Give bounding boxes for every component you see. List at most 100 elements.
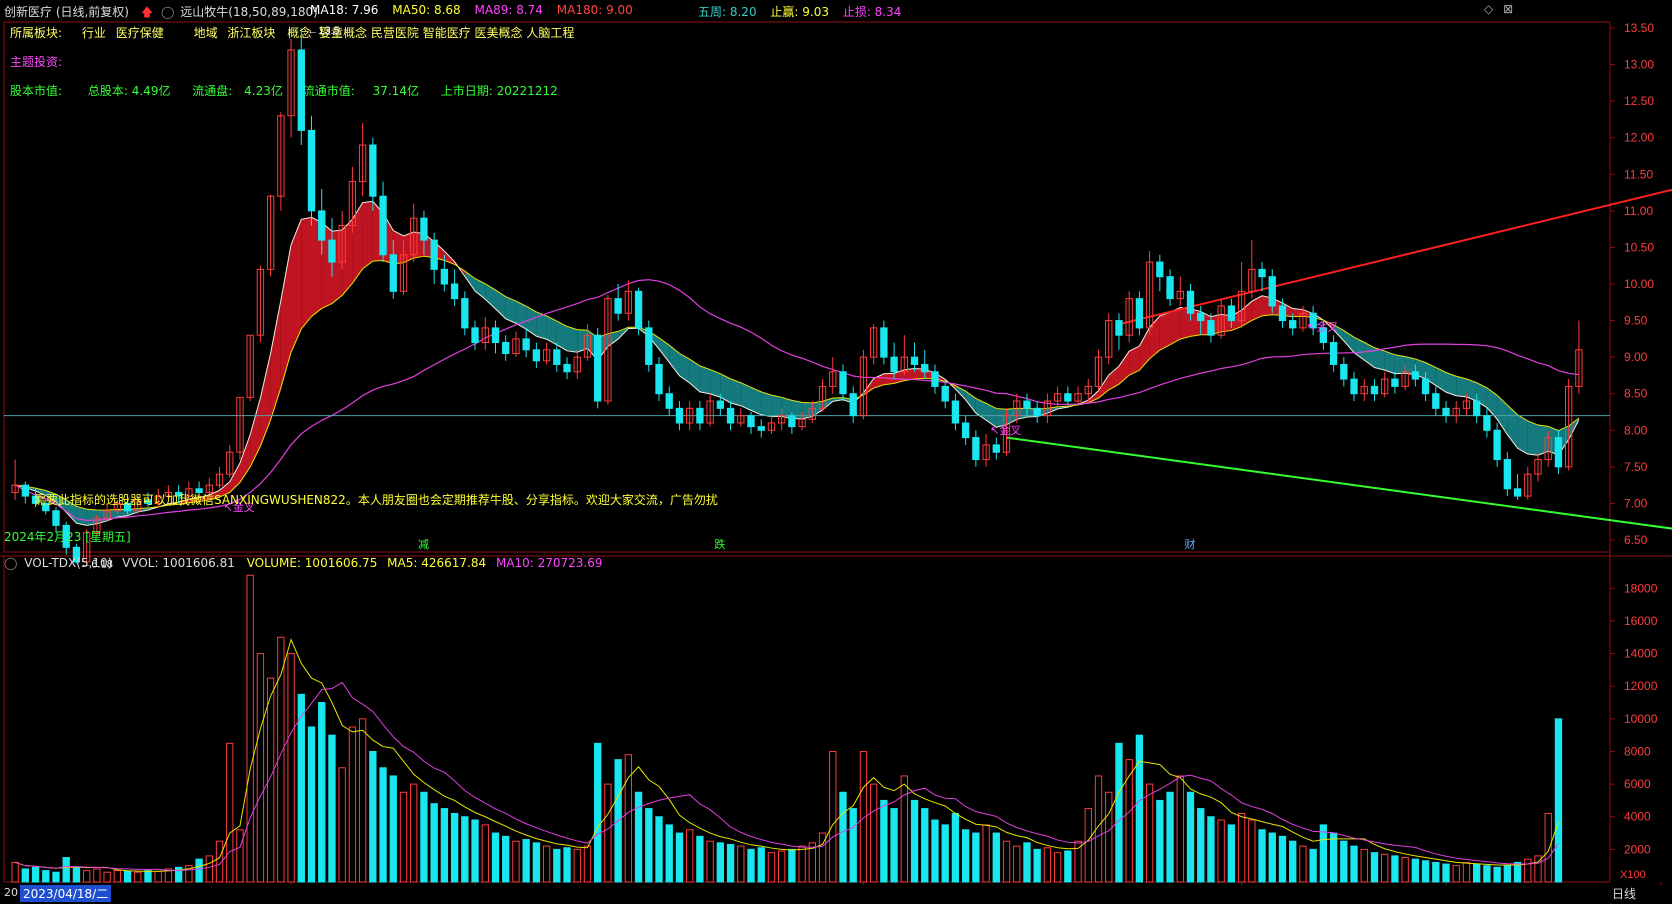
candle-body [941,385,949,402]
volume-bar [686,829,694,883]
volume-bar [1166,791,1174,883]
volume-bar [348,726,357,883]
candle-body [992,444,1000,453]
volume-bar [624,754,633,883]
volume-bar [450,812,459,883]
volume-bar [1084,808,1092,883]
volume-bar [246,574,254,883]
volume-bar [706,840,714,883]
volume-bar [1043,847,1052,883]
candle-body [328,239,336,263]
volume-bar [256,653,265,883]
volume-bar [471,819,479,883]
promo-text: 需要此指标的选股器可以加我微信SANXINGWUSHEN822。本人朋友圈也会定… [34,493,718,507]
volume-tick-label: 12000 [1624,679,1658,693]
candle-body [1442,407,1450,417]
period-tab[interactable]: 日线 [1612,885,1636,902]
volume-bar [512,840,520,883]
volume-bar [573,848,581,883]
candle-body [491,327,500,344]
volume-bar [1329,832,1338,883]
volume-bar [655,816,663,883]
candle-body [1197,312,1205,322]
candle-body [389,254,397,292]
candle-body [921,363,929,373]
volume-bar [399,791,408,883]
volume-tick-label: 2000 [1624,842,1651,856]
volume-bar [634,791,643,883]
candle-body [849,393,857,417]
date-readout: 2024年2月23 [星期五] [4,530,131,544]
candle-body [21,484,29,497]
red-trend-line [1118,188,1672,326]
candle-body [1329,342,1338,365]
volume-bar [1319,824,1328,883]
ma-band-segment [1538,425,1549,456]
volume-indicator-name[interactable]: VOL-TDX(5,10) [24,556,112,570]
volume-bar [1237,812,1246,883]
volume-tick-label: 8000 [1624,744,1651,758]
volume-bar [767,852,776,883]
price-tick-label: 8.50 [1624,387,1648,401]
volume-bar [880,799,888,883]
candle-body [880,327,888,358]
candle-body [961,422,970,439]
volume-bar [318,702,326,883]
candle-body [461,298,469,329]
volume-bar [1002,840,1011,883]
candle-body [1432,393,1440,409]
volume-bar [1135,734,1144,883]
price-tick-label: 12.00 [1624,131,1654,145]
date-axis-bar [0,885,1672,904]
candle-body [563,363,571,373]
ma-band-segment [1497,395,1508,435]
volume-bar [21,868,29,883]
volume-bar [1524,858,1532,883]
volume-bar [951,812,960,883]
volume-bar [113,870,121,883]
candle-body [1064,393,1072,402]
candle-body [379,195,387,256]
price-volume-chart[interactable]: 13.50 13.00 12.50 12.00 11.50 11.00 10.50 10.00… [0,0,1672,904]
volume-bar [369,750,377,883]
candle-body [839,371,847,395]
candle-body [1135,298,1144,329]
volume-bar [461,816,469,883]
ma-band-segment [812,401,823,417]
ma-band-segment [1486,387,1498,420]
volume-bar [1053,852,1062,883]
volume-bar [72,866,81,883]
volume-bar [328,734,336,883]
candle-body [655,363,663,395]
candle-body [522,338,530,351]
volume-bar [236,829,244,883]
volume-bar [389,775,397,883]
candle-body [1033,407,1041,417]
volume-bar [123,870,132,883]
volume-bar [665,824,673,883]
candle-body [1166,276,1174,300]
candle-body [675,407,684,424]
volume-bar [420,791,428,883]
circle-icon: ◯ [4,556,18,570]
ma-band-segment [403,231,414,263]
ma-band-segment [1159,312,1171,351]
event-marker: 减 [418,538,429,551]
ma-fast-line [14,200,1580,526]
volume-bar [1023,842,1031,883]
volume-tick-label: 10000 [1624,712,1658,726]
volume-bar [532,842,541,883]
ma-band-segment [1108,366,1119,390]
volume-bar [696,835,704,883]
volume-bar [154,870,162,883]
volume-bar [1268,832,1276,883]
candle-body [502,342,510,354]
volume-bar [1299,845,1307,883]
candle-body [420,217,428,241]
volume-bar [931,819,939,883]
ma-band-segment [1456,376,1467,397]
candle-body [318,210,326,241]
volume-bar [829,750,837,883]
axis-start-label: 20 [4,886,18,899]
volume-bar [849,808,857,883]
